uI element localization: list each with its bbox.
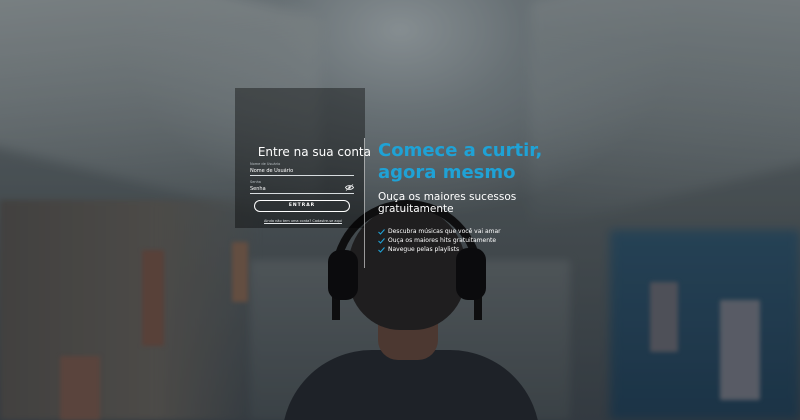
promo-section: Comece a curtir, agora mesmo Ouça os mai… <box>378 140 598 254</box>
password-field: Senha <box>250 180 354 194</box>
feature-item: Descubra músicas que você vai amar <box>378 227 598 236</box>
check-icon <box>378 228 385 235</box>
password-input[interactable] <box>250 184 354 194</box>
promo-headline-line1: Comece a curtir, <box>378 140 543 161</box>
feature-item: Ouça os maiores hits gratuitamente <box>378 236 598 245</box>
username-input[interactable] <box>250 166 354 176</box>
feature-text: Descubra músicas que você vai amar <box>388 228 501 235</box>
promo-headline: Comece a curtir, agora mesmo <box>378 140 598 184</box>
feature-text: Ouça os maiores hits gratuitamente <box>388 237 497 244</box>
eye-slash-icon[interactable] <box>345 184 354 191</box>
promo-subtitle-line2: gratuitamente <box>378 203 454 215</box>
login-button[interactable]: ENTRAR <box>254 200 350 212</box>
feature-item: Navegue pelas playlists <box>378 245 598 254</box>
feature-list: Descubra músicas que você vai amar Ouça … <box>378 227 598 254</box>
login-panel: Entre na sua conta Nome de Usuário Senha… <box>235 88 371 228</box>
vertical-divider <box>364 138 365 268</box>
promo-subtitle: Ouça os maiores sucessos gratuitamente <box>378 191 598 215</box>
username-field: Nome de Usuário <box>250 162 354 176</box>
promo-subtitle-line1: Ouça os maiores sucessos <box>378 191 517 203</box>
promo-headline-line2: agora mesmo <box>378 162 516 183</box>
check-icon <box>378 237 385 244</box>
check-icon <box>378 246 385 253</box>
feature-text: Navegue pelas playlists <box>388 246 460 253</box>
login-title: Entre na sua conta <box>257 145 371 159</box>
signup-link[interactable]: Ainda não tem uma conta? Cadastre-se aqu… <box>235 219 371 223</box>
